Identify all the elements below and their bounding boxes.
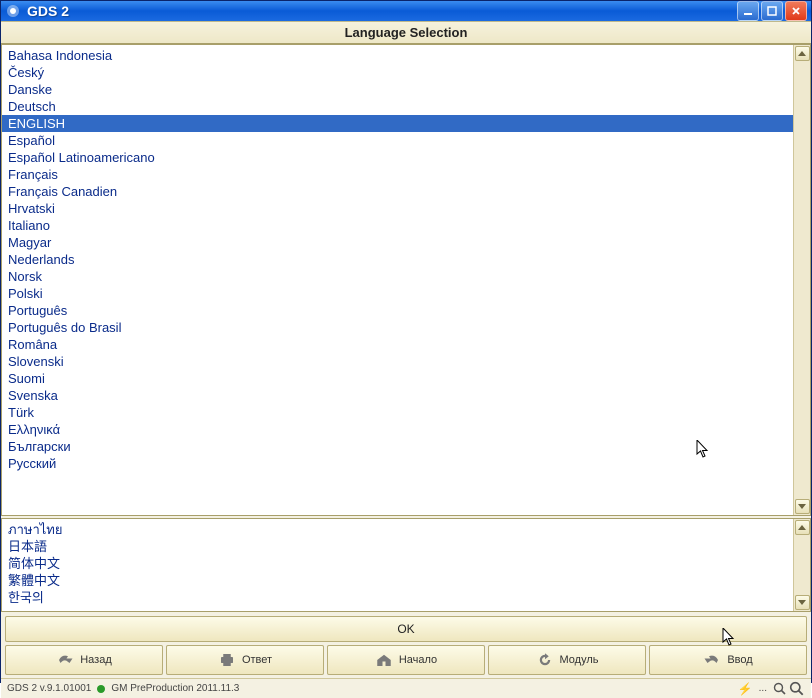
language-item[interactable]: 한국의	[2, 589, 793, 606]
scroll-down-button[interactable]	[795, 499, 810, 514]
status-version: GDS 2 v.9.1.01001	[7, 683, 91, 694]
lightning-icon: ⚡	[738, 682, 753, 696]
module-button-label: Модуль	[560, 654, 599, 666]
forward-arrow-icon	[703, 652, 721, 668]
language-item[interactable]: Português do Brasil	[2, 319, 793, 336]
language-item[interactable]: Русский	[2, 455, 793, 472]
language-item[interactable]: Hrvatski	[2, 200, 793, 217]
printer-icon	[218, 652, 236, 668]
start-button-label: Начало	[399, 654, 437, 666]
language-item[interactable]: Slovenski	[2, 353, 793, 370]
back-button-label: Назад	[80, 654, 112, 666]
back-button[interactable]: Назад	[5, 645, 163, 675]
back-arrow-icon	[56, 652, 74, 668]
language-list-lower-items[interactable]: ภาษาไทย日本語简体中文繁體中文한국의	[2, 519, 793, 611]
language-item[interactable]: Polski	[2, 285, 793, 302]
language-list-upper: Bahasa IndonesiaČeskýDanskeDeutschENGLIS…	[1, 44, 811, 516]
page-title: Language Selection	[345, 25, 468, 40]
minimize-button[interactable]	[737, 1, 759, 21]
language-item[interactable]: Danske	[2, 81, 793, 98]
chevron-up-icon	[798, 525, 806, 530]
chevron-down-icon	[798, 504, 806, 509]
input-button-label: Ввод	[727, 654, 752, 666]
language-item[interactable]: Svenska	[2, 387, 793, 404]
input-button[interactable]: Ввод	[649, 645, 807, 675]
answer-button-label: Ответ	[242, 654, 272, 666]
module-button[interactable]: Модуль	[488, 645, 646, 675]
language-item[interactable]: Norsk	[2, 268, 793, 285]
language-item[interactable]: 繁體中文	[2, 572, 793, 589]
language-item[interactable]: Български	[2, 438, 793, 455]
zoom-out-icon[interactable]	[773, 682, 787, 696]
language-item[interactable]: 日本語	[2, 538, 793, 555]
refresh-icon	[536, 652, 554, 668]
language-list-upper-items[interactable]: Bahasa IndonesiaČeskýDanskeDeutschENGLIS…	[2, 45, 793, 515]
page-header: Language Selection	[1, 22, 811, 44]
ok-button[interactable]: OK	[5, 616, 807, 642]
language-item[interactable]: ENGLISH	[2, 115, 793, 132]
client-area: Language Selection Bahasa IndonesiaČeský…	[1, 21, 811, 698]
app-window: GDS 2 Language Selection Bahasa Indonesi…	[0, 0, 812, 683]
language-item[interactable]: Bahasa Indonesia	[2, 47, 793, 64]
language-item[interactable]: Italiano	[2, 217, 793, 234]
language-item[interactable]: ภาษาไทย	[2, 521, 793, 538]
status-bar: GDS 2 v.9.1.01001 GM PreProduction 2011.…	[1, 678, 811, 698]
language-item[interactable]: Ελληνικά	[2, 421, 793, 438]
language-item[interactable]: Español	[2, 132, 793, 149]
scroll-up-button[interactable]	[795, 46, 810, 61]
language-item[interactable]: Nederlands	[2, 251, 793, 268]
language-list-lower: ภาษาไทย日本語简体中文繁體中文한국의	[1, 518, 811, 612]
window-title: GDS 2	[27, 3, 737, 19]
language-item[interactable]: Magyar	[2, 234, 793, 251]
start-button[interactable]: Начало	[327, 645, 485, 675]
app-icon	[5, 3, 21, 19]
language-item[interactable]: Český	[2, 64, 793, 81]
answer-button[interactable]: Ответ	[166, 645, 324, 675]
language-item[interactable]: Suomi	[2, 370, 793, 387]
status-preproduction: GM PreProduction 2011.11.3	[111, 683, 239, 694]
chevron-up-icon	[798, 51, 806, 56]
scrollbar-upper[interactable]	[793, 45, 810, 515]
maximize-button[interactable]	[761, 1, 783, 21]
footer-toolbar: Назад Ответ Начало Модуль Ввод	[1, 645, 811, 678]
home-icon	[375, 652, 393, 668]
language-item[interactable]: 简体中文	[2, 555, 793, 572]
close-button[interactable]	[785, 1, 807, 21]
scroll-down-button[interactable]	[795, 595, 810, 610]
chevron-down-icon	[798, 600, 806, 605]
status-dots: ...	[759, 683, 767, 694]
window-controls	[737, 1, 807, 21]
language-item[interactable]: Français Canadien	[2, 183, 793, 200]
language-item[interactable]: Português	[2, 302, 793, 319]
language-item[interactable]: Româna	[2, 336, 793, 353]
language-item[interactable]: Türk	[2, 404, 793, 421]
status-indicator-icon	[97, 685, 105, 693]
language-item[interactable]: Français	[2, 166, 793, 183]
scrollbar-lower[interactable]	[793, 519, 810, 611]
language-item[interactable]: Español Latinoamericano	[2, 149, 793, 166]
ok-button-label: OK	[397, 622, 414, 636]
language-item[interactable]: Deutsch	[2, 98, 793, 115]
scroll-up-button[interactable]	[795, 520, 810, 535]
titlebar: GDS 2	[1, 1, 811, 21]
